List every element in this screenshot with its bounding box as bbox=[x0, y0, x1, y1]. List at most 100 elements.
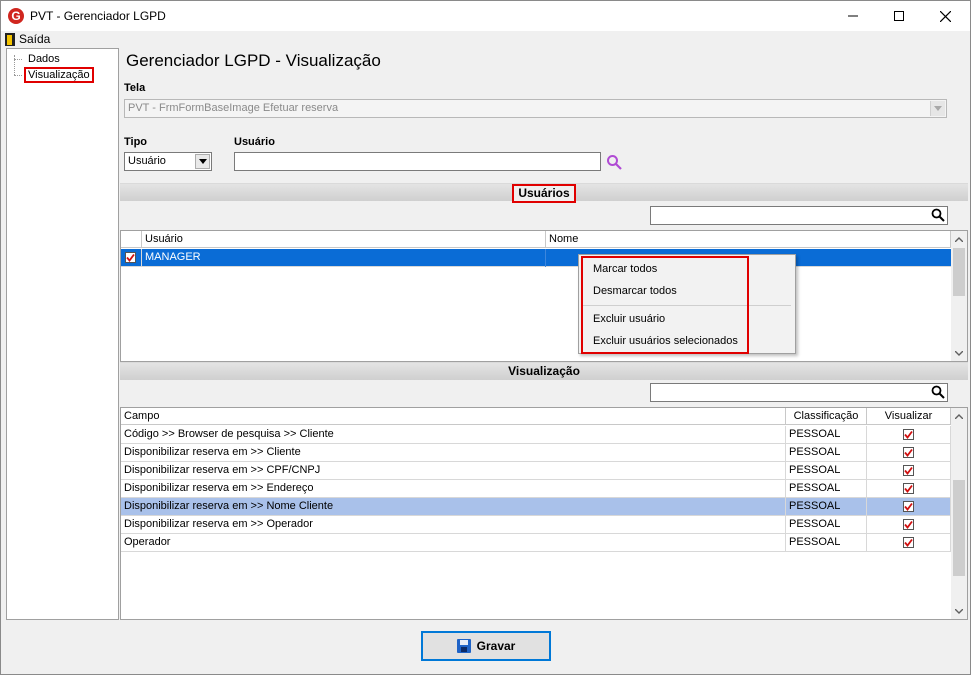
visualizar-checkbox[interactable] bbox=[903, 429, 914, 440]
search-icon[interactable] bbox=[931, 385, 945, 399]
visualizacao-section-title: Visualização bbox=[508, 364, 580, 378]
app-logo-icon: G bbox=[8, 8, 24, 24]
table-row[interactable]: MANAGER bbox=[121, 249, 951, 267]
navigation-tree: Dados Visualização bbox=[6, 48, 119, 620]
menu-item-desmarcar-todos[interactable]: Desmarcar todos bbox=[593, 285, 677, 297]
usuario-search-button[interactable] bbox=[604, 152, 624, 172]
grid-header-nome[interactable]: Nome bbox=[546, 231, 951, 248]
table-row[interactable]: Código >> Browser de pesquisa >> Cliente… bbox=[121, 426, 951, 444]
scroll-down-icon[interactable] bbox=[951, 603, 967, 619]
usuarios-section-title: Usuários bbox=[512, 184, 576, 203]
table-row[interactable]: Disponibilizar reserva em >> Operador PE… bbox=[121, 516, 951, 534]
grid-header: Usuário Nome bbox=[121, 231, 951, 248]
checkmark-icon bbox=[126, 253, 135, 262]
visualizar-checkbox[interactable] bbox=[903, 447, 914, 458]
usuarios-section-header: Usuários bbox=[120, 183, 968, 203]
visualizacao-scrollbar[interactable] bbox=[951, 408, 967, 619]
usuarios-grid: Usuário Nome MANAGER bbox=[120, 230, 968, 362]
row-visualizar-cell[interactable] bbox=[867, 480, 951, 498]
grid-header: Campo Classificação Visualizar bbox=[121, 408, 951, 425]
exit-door-icon bbox=[5, 32, 15, 46]
menu-separator bbox=[583, 305, 791, 306]
title-bar[interactable]: G PVT - Gerenciador LGPD bbox=[1, 1, 970, 31]
scroll-up-icon[interactable] bbox=[951, 408, 967, 424]
visualizar-checkbox[interactable] bbox=[903, 483, 914, 494]
menu-exit-label: Saída bbox=[19, 32, 51, 46]
checkmark-icon bbox=[904, 430, 913, 439]
search-icon[interactable] bbox=[931, 208, 945, 222]
save-button-label: Gravar bbox=[476, 639, 516, 653]
table-row[interactable]: Operador PESSOAL bbox=[121, 534, 951, 552]
menu-bar: Saída bbox=[1, 31, 970, 47]
visualizar-checkbox[interactable] bbox=[903, 519, 914, 530]
grid-header-visualizar[interactable]: Visualizar bbox=[867, 408, 951, 425]
menu-item-excluir-selecionados[interactable]: Excluir usuários selecionados bbox=[593, 335, 738, 347]
row-campo-cell: Disponibilizar reserva em >> Cliente bbox=[121, 444, 786, 462]
tree-connector bbox=[14, 55, 22, 75]
grid-header-campo[interactable]: Campo bbox=[121, 408, 786, 425]
tree-item-dados[interactable]: Dados bbox=[28, 53, 60, 65]
table-row[interactable]: Disponibilizar reserva em >> Nome Client… bbox=[121, 498, 951, 516]
row-classificacao-cell: PESSOAL bbox=[786, 498, 867, 516]
tipo-select-value: Usuário bbox=[128, 155, 166, 167]
visualizar-checkbox[interactable] bbox=[903, 537, 914, 548]
scroll-up-icon[interactable] bbox=[951, 231, 967, 247]
minimize-icon bbox=[848, 15, 858, 17]
row-usuario-cell: MANAGER bbox=[142, 249, 546, 267]
row-visualizar-cell[interactable] bbox=[867, 534, 951, 552]
save-button[interactable]: Gravar bbox=[421, 631, 551, 661]
visualizar-checkbox[interactable] bbox=[903, 501, 914, 512]
main-panel: Gerenciador LGPD - Visualização Tela PVT… bbox=[120, 48, 970, 622]
usuario-input[interactable] bbox=[234, 152, 601, 171]
minimize-button[interactable] bbox=[830, 1, 876, 31]
row-visualizar-cell[interactable] bbox=[867, 426, 951, 444]
tipo-select[interactable]: Usuário bbox=[124, 152, 212, 171]
tree-item-visualizacao[interactable]: Visualização bbox=[24, 67, 94, 83]
grid-header-classificacao[interactable]: Classificação bbox=[786, 408, 867, 425]
table-row[interactable]: Disponibilizar reserva em >> Endereço PE… bbox=[121, 480, 951, 498]
scroll-thumb[interactable] bbox=[953, 480, 965, 576]
row-visualizar-cell[interactable] bbox=[867, 498, 951, 516]
checkmark-icon bbox=[904, 520, 913, 529]
visualizacao-grid: Campo Classificação Visualizar Código >>… bbox=[120, 407, 968, 620]
window-title: PVT - Gerenciador LGPD bbox=[30, 9, 166, 23]
row-visualizar-cell[interactable] bbox=[867, 462, 951, 480]
menu-item-excluir-usuario[interactable]: Excluir usuário bbox=[593, 313, 665, 325]
table-row[interactable]: Disponibilizar reserva em >> CPF/CNPJ PE… bbox=[121, 462, 951, 480]
checkmark-icon bbox=[904, 502, 913, 511]
usuarios-filter-input[interactable] bbox=[650, 206, 948, 225]
visualizar-checkbox[interactable] bbox=[903, 465, 914, 476]
maximize-icon bbox=[894, 11, 904, 21]
row-visualizar-cell[interactable] bbox=[867, 444, 951, 462]
page-title: Gerenciador LGPD - Visualização bbox=[126, 51, 381, 70]
usuarios-scrollbar[interactable] bbox=[951, 231, 967, 361]
close-button[interactable] bbox=[922, 1, 968, 31]
scroll-down-icon[interactable] bbox=[951, 345, 967, 361]
visualizacao-filter-input[interactable] bbox=[650, 383, 948, 402]
tela-select-value: PVT - FrmFormBaseImage Efetuar reserva bbox=[128, 102, 339, 114]
row-campo-cell: Código >> Browser de pesquisa >> Cliente bbox=[121, 426, 786, 444]
chevron-down-icon bbox=[195, 154, 210, 169]
tipo-label: Tipo bbox=[124, 136, 148, 148]
tela-label: Tela bbox=[124, 82, 146, 94]
floppy-disk-icon bbox=[456, 639, 471, 653]
row-campo-cell: Disponibilizar reserva em >> Endereço bbox=[121, 480, 786, 498]
search-icon bbox=[607, 155, 622, 170]
row-classificacao-cell: PESSOAL bbox=[786, 534, 867, 552]
scroll-thumb[interactable] bbox=[953, 248, 965, 296]
grid-header-usuario[interactable]: Usuário bbox=[142, 231, 546, 248]
row-visualizar-cell[interactable] bbox=[867, 516, 951, 534]
menu-item-marcar-todos[interactable]: Marcar todos bbox=[593, 263, 657, 275]
menu-exit[interactable]: Saída bbox=[5, 31, 50, 47]
grid-header-check bbox=[121, 231, 142, 248]
checkmark-icon bbox=[904, 484, 913, 493]
row-checkbox[interactable] bbox=[125, 252, 136, 263]
row-checkbox-cell[interactable] bbox=[121, 249, 142, 267]
table-row[interactable]: Disponibilizar reserva em >> Cliente PES… bbox=[121, 444, 951, 462]
tela-select[interactable]: PVT - FrmFormBaseImage Efetuar reserva bbox=[124, 99, 947, 118]
maximize-button[interactable] bbox=[876, 1, 922, 31]
usuario-label: Usuário bbox=[234, 136, 275, 148]
close-icon bbox=[939, 10, 951, 22]
tree-connector bbox=[14, 75, 22, 76]
row-campo-cell: Disponibilizar reserva em >> CPF/CNPJ bbox=[121, 462, 786, 480]
